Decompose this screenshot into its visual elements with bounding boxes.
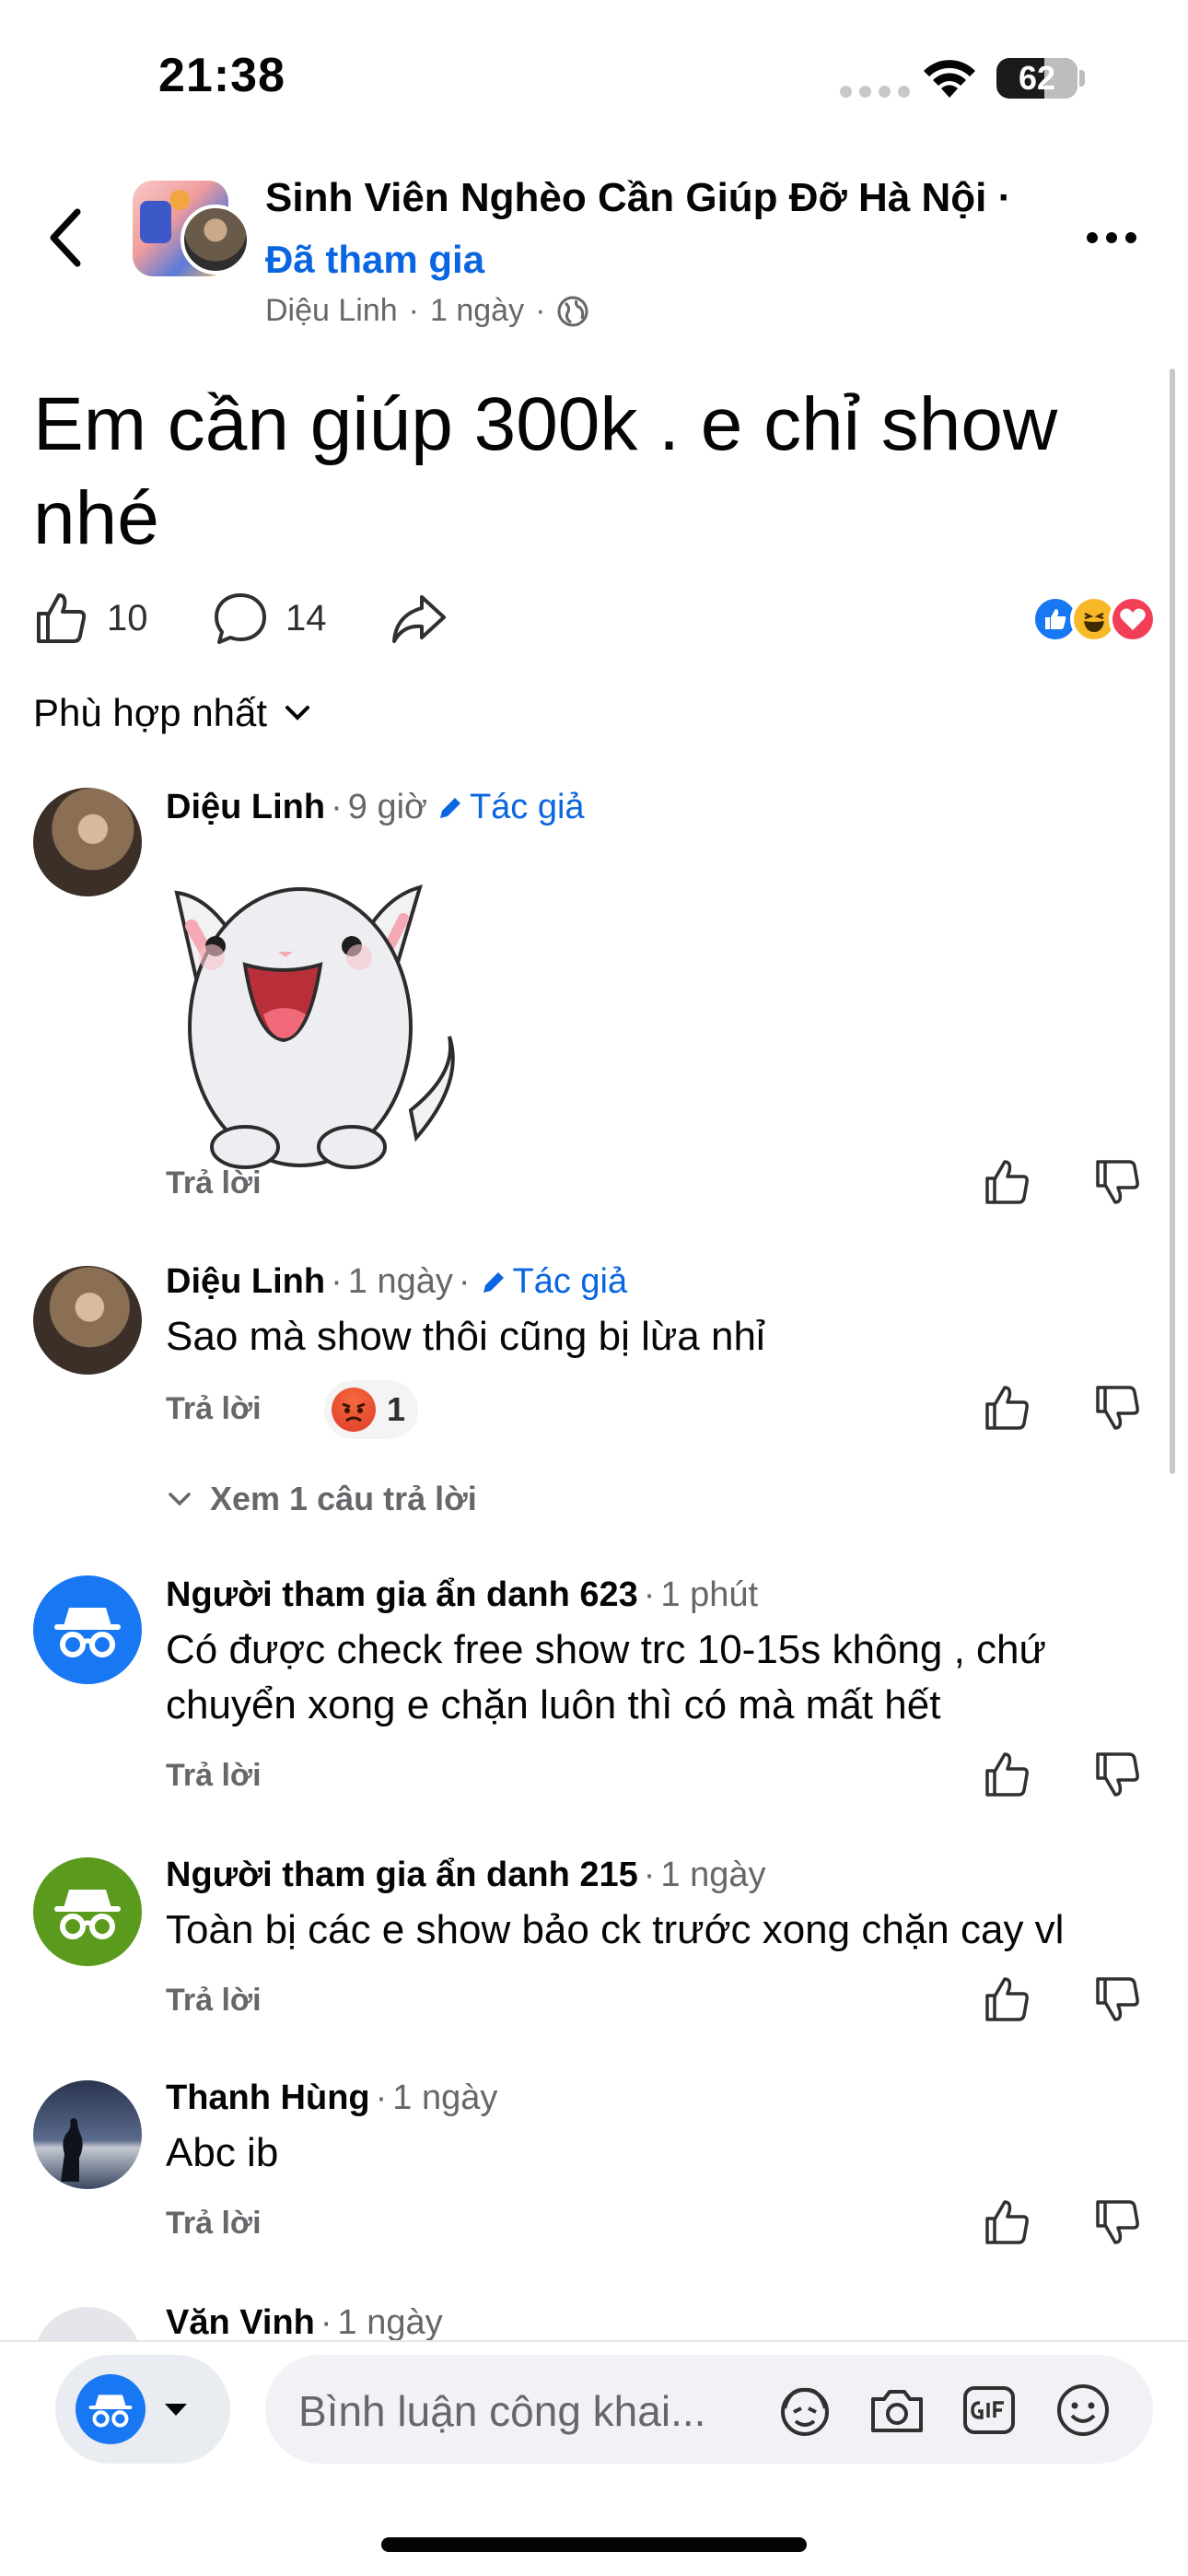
home-indicator[interactable]: [381, 2537, 807, 2552]
dislike-icon[interactable]: [1092, 1973, 1144, 2025]
dislike-icon[interactable]: [1092, 2196, 1144, 2248]
sort-dropdown[interactable]: Phù hợp nhất: [33, 691, 313, 735]
comment-time: 1 ngày: [660, 1856, 766, 1894]
comment-time: 1 phút: [660, 1575, 759, 1614]
reply-button[interactable]: Trả lời: [166, 1758, 262, 1794]
identity-switcher[interactable]: [55, 2355, 230, 2464]
status-bar: 21:38 62: [0, 0, 1188, 147]
dislike-icon[interactable]: [1092, 1156, 1144, 1208]
post-actions: 10 14: [33, 590, 1157, 654]
incognito-icon: [54, 1608, 121, 1657]
commenter-name[interactable]: Diệu Linh: [166, 788, 325, 827]
commenter-avatar[interactable]: [33, 2080, 142, 2189]
like-icon[interactable]: [982, 2196, 1033, 2248]
like-icon[interactable]: [982, 1156, 1033, 1208]
incognito-icon: [88, 2395, 133, 2428]
view-replies-button[interactable]: Xem 1 câu trả lời: [166, 1480, 477, 1518]
gif-icon[interactable]: [960, 2381, 1019, 2440]
comment-time: 1 ngày: [347, 1262, 453, 1301]
battery-icon: 62: [996, 58, 1077, 99]
comment-icon: [215, 593, 266, 644]
chevron-down-icon: [169, 1493, 191, 1506]
dislike-icon[interactable]: [1092, 1749, 1144, 1800]
author-mini-avatar: [181, 205, 250, 275]
chevron-down-icon: [285, 706, 310, 720]
battery-cap: [1079, 70, 1085, 87]
anonymous-avatar[interactable]: [33, 1857, 142, 1966]
comment-text: Có được check free show trc 10-15s không…: [166, 1627, 1046, 1727]
group-name[interactable]: Sinh Viên Nghèo Cần Giúp Đỡ Hà Nội ·: [265, 175, 1011, 221]
comment-time: 1 ngày: [337, 2303, 443, 2342]
scrollbar[interactable]: [1170, 369, 1175, 1474]
like-icon[interactable]: [982, 1749, 1033, 1800]
comment-reaction-chip[interactable]: 1: [324, 1380, 419, 1439]
like-count: 10: [107, 597, 148, 638]
comment-time: 1 ngày: [392, 2078, 498, 2117]
dislike-icon[interactable]: [1092, 1382, 1144, 1434]
author-badge: Tác giả: [480, 1262, 627, 1302]
comment-text: Toàn bị các e show bảo ck trước xong chặ…: [166, 1907, 1065, 1952]
comment-input[interactable]: Bình luận công khai...: [265, 2355, 1153, 2464]
comment-text: Sao mà show thôi cũng bị lừa nhỉ: [166, 1314, 765, 1359]
share-icon: [392, 595, 446, 643]
commenter-name[interactable]: Người tham gia ẩn danh 623: [166, 1575, 638, 1615]
incognito-avatar: [76, 2374, 146, 2444]
globe-icon: [557, 296, 588, 326]
commenter-name[interactable]: Văn Vinh: [166, 2303, 315, 2343]
commenter-avatar[interactable]: [33, 788, 142, 896]
pencil-icon: [483, 1271, 504, 1293]
back-arrow-icon[interactable]: [37, 201, 92, 275]
like-icon[interactable]: [982, 1382, 1033, 1434]
more-options-icon[interactable]: [1087, 219, 1151, 256]
post-author[interactable]: Diệu Linh: [265, 293, 398, 329]
reply-button[interactable]: Trả lời: [166, 1983, 262, 2019]
reply-button[interactable]: Trả lời: [166, 1165, 262, 1201]
like-action[interactable]: 10: [33, 590, 148, 647]
joined-status[interactable]: Đã tham gia: [265, 238, 484, 282]
post-meta: Diệu Linh · 1 ngày ·: [265, 293, 589, 329]
commenter-avatar[interactable]: [33, 1266, 142, 1375]
reactions-summary[interactable]: [1031, 595, 1157, 643]
commenter-name[interactable]: Diệu Linh: [166, 1262, 325, 1302]
share-action[interactable]: [389, 590, 448, 647]
comment-text: Abc ib: [166, 2130, 279, 2175]
cellular-signal-icon: [840, 86, 910, 98]
love-reaction-icon: [1109, 595, 1157, 643]
comment-count: 14: [285, 597, 327, 638]
commenter-name[interactable]: Người tham gia ẩn danh 215: [166, 1856, 638, 1895]
pencil-icon: [439, 797, 460, 818]
sort-label: Phù hợp nhất: [33, 691, 268, 734]
caret-down-icon: [165, 2404, 187, 2416]
reply-button[interactable]: Trả lời: [166, 1391, 262, 1427]
avatar-sticker-icon[interactable]: [775, 2381, 834, 2440]
status-time: 21:38: [158, 49, 285, 102]
incognito-icon: [54, 1890, 121, 1939]
like-icon: [37, 593, 87, 643]
bunny-sticker: [174, 884, 455, 1169]
reaction-count: 1: [387, 1390, 406, 1428]
comment-time: 9 giờ: [347, 788, 427, 826]
comment-placeholder: Bình luận công khai...: [298, 2387, 706, 2435]
post-time: 1 ngày: [429, 293, 525, 328]
reply-button[interactable]: Trả lời: [166, 2206, 262, 2242]
post-title: Em cần giúp 300k . e chỉ show nhé: [33, 382, 1058, 560]
like-icon[interactable]: [982, 1973, 1033, 2025]
angry-reaction-icon: [332, 1388, 376, 1432]
battery-level: 62: [1018, 59, 1056, 97]
anonymous-avatar[interactable]: [33, 1575, 142, 1684]
author-badge: Tác giả: [437, 788, 585, 827]
comment-action[interactable]: 14: [212, 590, 327, 647]
camera-icon[interactable]: [868, 2381, 926, 2440]
commenter-name[interactable]: Thanh Hùng: [166, 2078, 370, 2118]
wifi-icon: [924, 60, 975, 98]
emoji-icon[interactable]: [1054, 2381, 1112, 2440]
